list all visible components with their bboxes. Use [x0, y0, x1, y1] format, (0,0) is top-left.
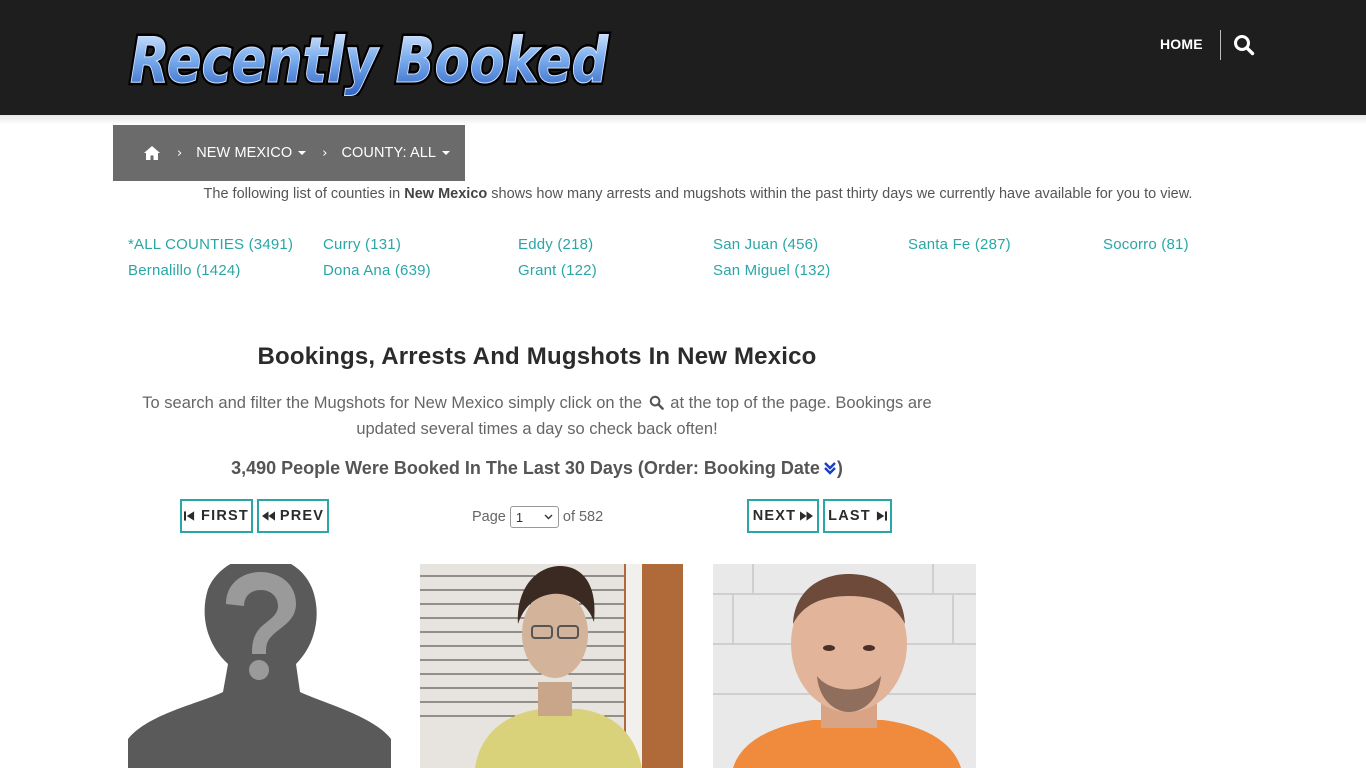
logo-text: Recently Booked — [130, 24, 609, 96]
last-page-button[interactable]: LAST — [823, 499, 892, 533]
county-link-dona-ana[interactable]: Dona Ana (639) — [323, 262, 431, 279]
page-select-value: 1 — [515, 509, 524, 525]
county-link-san-juan[interactable]: San Juan (456) — [713, 236, 818, 253]
county-link-grant[interactable]: Grant (122) — [518, 262, 597, 279]
unknown-person-silhouette-icon — [128, 564, 391, 768]
header-shadow — [0, 115, 1366, 125]
nav-home-link[interactable]: HOME — [1160, 36, 1203, 52]
logo-wordmark: Recently Booked Recently Booked — [127, 21, 612, 96]
search-help-part1: To search and filter the Mugshots for Ne… — [142, 394, 643, 412]
chevron-down-icon — [544, 514, 553, 520]
chevron-right-icon: › — [177, 145, 183, 161]
intro-prefix: The following list of counties in — [203, 186, 405, 202]
breadcrumb-county-label: COUNTY: ALL — [341, 145, 437, 161]
intro-suffix: shows how many arrests and mugshots with… — [487, 186, 1193, 202]
county-link-eddy[interactable]: Eddy (218) — [518, 236, 593, 253]
page-selector-group: Page 1 of 582 — [472, 506, 603, 528]
prev-page-button[interactable]: PREV — [257, 499, 329, 533]
first-page-label: FIRST — [201, 508, 249, 524]
breadcrumb-state-label: NEW MEXICO — [196, 145, 293, 161]
first-page-button[interactable]: FIRST — [180, 499, 253, 533]
site-header: Recently Booked Recently Booked HOME — [0, 0, 1366, 115]
county-link-socorro[interactable]: Socorro (81) — [1103, 236, 1189, 253]
page-title: Bookings, Arrests And Mugshots In New Me… — [257, 343, 817, 370]
booking-count-text: 3,490 People Were Booked In The Last 30 … — [231, 458, 820, 478]
booking-count-close: ) — [836, 458, 843, 478]
mugshot-photo — [420, 564, 683, 768]
county-link-all[interactable]: *ALL COUNTIES (3491) — [128, 236, 293, 253]
next-page-label: NEXT — [752, 508, 797, 524]
step-forward-icon — [876, 511, 887, 521]
page-select[interactable]: 1 — [509, 506, 559, 528]
mugshot-photo — [713, 564, 976, 768]
caret-down-icon — [442, 151, 451, 155]
next-page-button[interactable]: NEXT — [747, 499, 819, 533]
breadcrumb: › NEW MEXICO › COUNTY: ALL — [113, 125, 465, 181]
page-suffix: of 582 — [562, 509, 604, 525]
booking-count: 3,490 People Were Booked In The Last 30 … — [128, 458, 946, 479]
county-link-san-miguel[interactable]: San Miguel (132) — [713, 262, 830, 279]
backward-icon — [261, 511, 275, 521]
search-icon — [649, 392, 664, 410]
nav-divider — [1220, 30, 1221, 60]
county-link-curry[interactable]: Curry (131) — [323, 236, 401, 253]
home-icon[interactable] — [143, 144, 161, 162]
caret-down-icon — [298, 151, 307, 155]
county-link-bernalillo[interactable]: Bernalillo (1424) — [128, 262, 241, 279]
mugshot-card-2[interactable] — [420, 564, 683, 768]
prev-page-label: PREV — [279, 508, 325, 524]
step-backward-icon — [184, 511, 195, 521]
county-link-santa-fe[interactable]: Santa Fe (287) — [908, 236, 1011, 253]
mugshot-card-3[interactable] — [713, 564, 976, 768]
page-prefix: Page — [472, 509, 506, 525]
search-icon[interactable] — [1233, 34, 1255, 56]
chevron-right-icon: › — [322, 145, 328, 161]
intro-state: New Mexico — [404, 186, 488, 202]
forward-icon — [800, 511, 814, 521]
sort-order-icon[interactable] — [823, 460, 837, 476]
breadcrumb-county-dropdown[interactable]: COUNTY: ALL — [341, 145, 451, 161]
site-logo[interactable]: Recently Booked Recently Booked — [126, 18, 616, 96]
mugshot-card-1[interactable] — [128, 564, 391, 768]
counties-intro: The following list of counties in New Me… — [0, 186, 1366, 202]
breadcrumb-state-dropdown[interactable]: NEW MEXICO — [196, 145, 307, 161]
last-page-label: LAST — [828, 508, 871, 524]
search-help-text: To search and filter the Mugshots for Ne… — [128, 390, 946, 442]
